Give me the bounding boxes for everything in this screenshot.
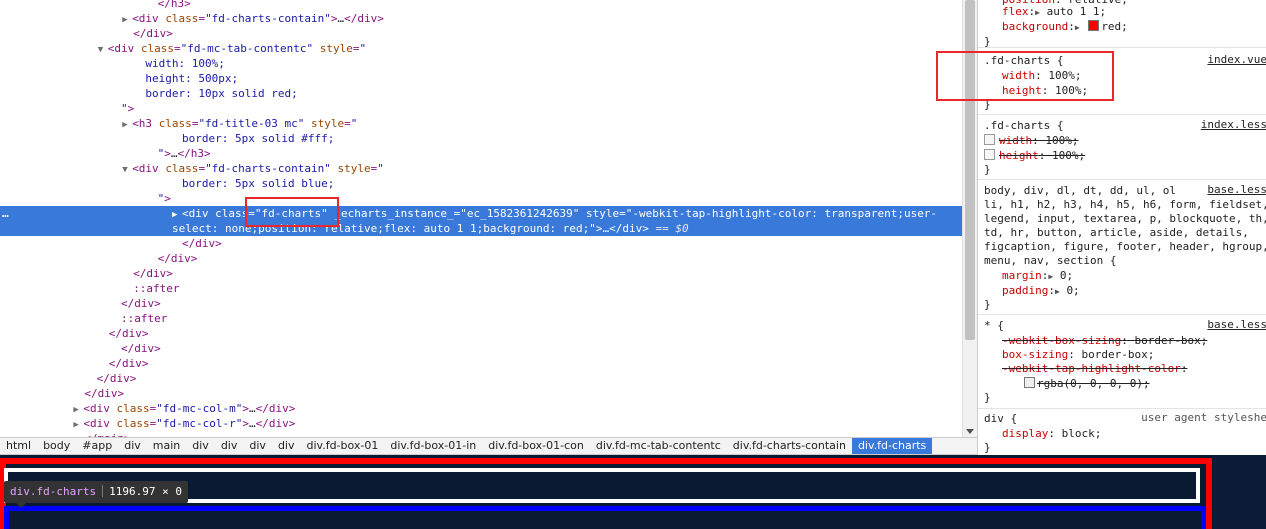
dom-node-line[interactable]: ::after	[0, 281, 962, 296]
collapse-arrow-icon[interactable]: ▼	[98, 43, 108, 56]
style-prop-box-sizing[interactable]: box-sizing: border-box;	[984, 347, 1266, 362]
expand-arrow-icon[interactable]: ▶	[73, 403, 83, 416]
dom-node-selected[interactable]: … ▶ <div class="fd-charts" _echarts_instan…	[0, 206, 962, 221]
breadcrumb: html body #app div main div div div div div.fd-bo…	[0, 437, 977, 455]
dom-node-line[interactable]: ▶ <div class="fd-mc-col-m">…</div>	[0, 401, 962, 416]
expand-arrow-icon[interactable]: ▶	[122, 13, 132, 26]
dom-node-line[interactable]: </div>	[0, 251, 962, 266]
rule-source-link[interactable]: index.less	[1201, 118, 1266, 131]
dom-node-line[interactable]: ▶ <div class="fd-charts-contain">…</div>	[0, 11, 962, 26]
dom-node-line[interactable]: ▼ <div class="fd-charts-contain" style="	[0, 161, 962, 176]
tooltip-element-size: 1196.97 × 0	[109, 485, 182, 498]
dom-node-line[interactable]: </div>	[0, 371, 962, 386]
dom-node-line[interactable]: </div>	[0, 326, 962, 341]
rule-source-link[interactable]: base.less	[1207, 318, 1266, 331]
property-checkbox[interactable]	[984, 134, 995, 145]
rule-source-label: user agent styleshe	[1141, 411, 1266, 424]
breadcrumb-item[interactable]: div	[243, 438, 272, 454]
breadcrumb-item[interactable]: html	[0, 438, 37, 454]
dom-node-line[interactable]: width: 100%;	[0, 56, 962, 71]
breadcrumb-item[interactable]: div.fd-box-01-con	[482, 438, 590, 454]
dom-node-line[interactable]: ::after	[0, 311, 962, 326]
style-rule-fd-charts-less: .fd-charts { index.less width: 100%; hei…	[978, 116, 1266, 180]
dom-node-line[interactable]: </div>	[0, 356, 962, 371]
more-options-icon[interactable]: …	[2, 206, 10, 221]
style-rule-partial: position: relative; flex:▶ auto 1 1; bac…	[978, 0, 1266, 48]
style-prop-padding[interactable]: padding:▶ 0;	[984, 283, 1266, 298]
dom-node-line[interactable]: </div>	[0, 296, 962, 311]
dom-node-line[interactable]: </div>	[0, 266, 962, 281]
style-rule-div-ua: div { user agent styleshe display: block…	[978, 409, 1266, 455]
rule-source-link[interactable]: base.less	[1207, 183, 1266, 196]
breadcrumb-item[interactable]: div	[272, 438, 301, 454]
property-checkbox[interactable]	[984, 149, 995, 160]
rule-selector-line: figcaption, figure, footer, header, hgro…	[984, 240, 1266, 253]
style-rule-base-reset: body, div, dl, dt, dd, ul, ol, base.less…	[978, 181, 1266, 315]
style-prop-tap-highlight-value[interactable]: rgba(0, 0, 0, 0);	[984, 376, 1266, 391]
breadcrumb-item[interactable]: main	[147, 438, 186, 454]
breadcrumb-item[interactable]: div.fd-charts-contain	[727, 438, 852, 454]
breadcrumb-item[interactable]: div.fd-box-01-in	[384, 438, 482, 454]
elements-tree-pane[interactable]: </h3> ▶ <div class="fd-charts-contain">…</…	[0, 0, 962, 437]
style-rule-universal: * { base.less -webkit-box-sizing: border…	[978, 316, 1266, 409]
style-prop-display: display: block;	[1002, 427, 1102, 440]
rule-close-brace: }	[984, 163, 991, 176]
rule-close-brace: }	[984, 441, 991, 454]
style-prop-flex[interactable]: flex:▶ auto 1 1;	[984, 4, 1266, 19]
rule-close-brace: }	[984, 391, 991, 404]
breadcrumb-item[interactable]: div	[118, 438, 147, 454]
breadcrumb-item[interactable]: div.fd-mc-tab-contentc	[590, 438, 727, 454]
breadcrumb-item[interactable]: div.fd-box-01	[301, 438, 385, 454]
dom-node-line[interactable]: ">	[0, 191, 962, 206]
rule-selector-line: body, div, dl, dt, dd, ul, ol,	[984, 184, 1177, 197]
rule-selector-line: legend, input, textarea, p, blockquote, …	[984, 212, 1266, 225]
dom-node-line[interactable]: ">…</h3>	[0, 146, 962, 161]
dom-node-line[interactable]: ">	[0, 101, 962, 116]
dom-node-line[interactable]: ▶ <div class="fd-mc-col-r">…</div>	[0, 416, 962, 431]
rule-selector-line: td, hr, button, article, aside, details,	[984, 226, 1249, 239]
transparent-swatch-icon[interactable]	[1024, 377, 1035, 388]
style-prop-height-struck[interactable]: height: 100%;	[984, 148, 1266, 163]
rule-selector-line: li, h1, h2, h3, h4, h5, h6, form, fields…	[984, 198, 1266, 211]
expand-arrow-icon[interactable]: ▶	[73, 418, 83, 431]
dom-node-line[interactable]: border: 5px solid blue;	[0, 176, 962, 191]
breadcrumb-item[interactable]: div	[215, 438, 244, 454]
charts-contain-blue-border	[4, 506, 1206, 529]
breadcrumb-item[interactable]: div	[186, 438, 215, 454]
rule-selector-line: menu, nav, section {	[984, 254, 1117, 267]
rule-close-brace: }	[984, 298, 991, 311]
dom-node-line[interactable]: ▼ <div class="fd-mc-tab-contentc" style="	[0, 41, 962, 56]
rule-close-brace: }	[984, 35, 991, 48]
inspect-tooltip: div.fd-charts 1196.97 × 0	[4, 481, 188, 508]
dom-node-line[interactable]: </div>	[0, 386, 962, 401]
style-prop-margin[interactable]: margin:▶ 0;	[984, 268, 1266, 283]
expand-arrow-icon[interactable]: ▶	[122, 118, 132, 131]
scroll-down-arrow-icon[interactable]	[966, 429, 974, 434]
highlight-annotation-rule	[936, 51, 1114, 101]
rule-source-link[interactable]: index.vue	[1207, 53, 1266, 66]
dom-node-line[interactable]: ▶ <h3 class="fd-title-03 mc" style="	[0, 116, 962, 131]
dom-node-line[interactable]: height: 500px;	[0, 71, 962, 86]
style-prop-background[interactable]: background:▶ red;	[984, 19, 1266, 34]
page-preview	[0, 455, 1266, 529]
preview-right-area	[1213, 455, 1266, 529]
expand-arrow-icon[interactable]: ▶	[172, 208, 182, 221]
color-swatch-icon[interactable]	[1088, 20, 1100, 31]
dom-node-selected-cont[interactable]: select: none;position: relative;flex: au…	[0, 221, 962, 236]
style-prop-webkit-box-sizing[interactable]: -webkit-box-sizing: border-box;	[984, 333, 1266, 348]
dom-node-line[interactable]: </div>	[0, 341, 962, 356]
breadcrumb-item[interactable]: body	[37, 438, 76, 454]
style-prop-tap-highlight[interactable]: -webkit-tap-highlight-color:	[984, 361, 1266, 376]
dom-node-line[interactable]: </div>	[0, 26, 962, 41]
dom-node-line[interactable]: border: 10px solid red;	[0, 86, 962, 101]
dom-node-line[interactable]: </h3>	[0, 0, 962, 11]
tooltip-element-name: div.fd-charts	[10, 485, 97, 498]
dom-node-line[interactable]: border: 5px solid #fff;	[0, 131, 962, 146]
highlight-annotation-class	[245, 197, 339, 227]
breadcrumb-item[interactable]: div.fd-charts	[851, 438, 933, 454]
breadcrumb-item[interactable]: #app	[76, 438, 118, 454]
dom-node-line[interactable]: </div>	[0, 236, 962, 251]
collapse-arrow-icon[interactable]: ▼	[122, 163, 132, 176]
style-prop-width-struck[interactable]: width: 100%;	[984, 133, 1266, 148]
